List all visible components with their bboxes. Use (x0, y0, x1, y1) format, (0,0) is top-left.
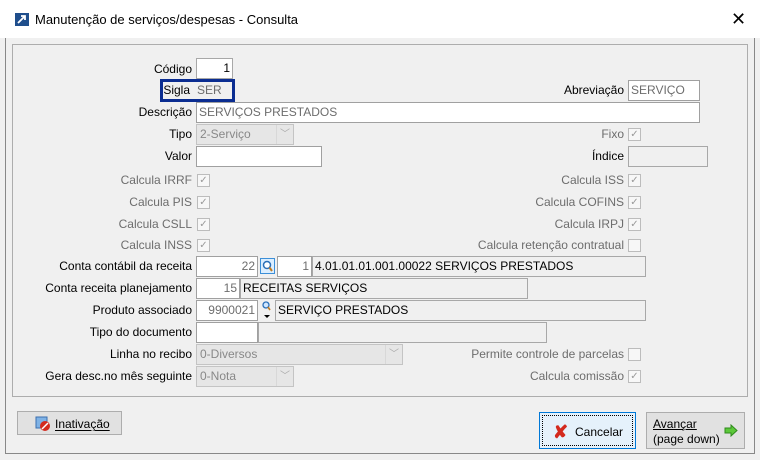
sigla-field[interactable]: SER (195, 81, 232, 102)
linha-recibo-select[interactable]: 0-Diversos ﹀ (196, 344, 403, 365)
inativacao-button[interactable]: Inativação (17, 411, 122, 435)
descricao-label: Descrição (138, 105, 192, 119)
fixo-checkbox[interactable]: ✓ (628, 128, 641, 141)
chevron-down-icon: ﹀ (385, 345, 402, 364)
tipo-documento-label: Tipo do documento (89, 325, 192, 339)
chevron-down-icon: ﹀ (276, 367, 293, 386)
tipo-select[interactable]: 2-Serviço ﹀ (196, 124, 294, 145)
avancar-sublabel: (page down) (653, 432, 720, 446)
calcula-iss-checkbox[interactable]: ✓ (628, 174, 641, 187)
linha-recibo-value: 0-Diversos (200, 347, 258, 361)
valor-label: Valor (164, 149, 192, 163)
fixo-label: Fixo (601, 127, 624, 141)
abreviacao-field[interactable]: SERVIÇO (628, 80, 700, 101)
tipo-value: 2-Serviço (200, 127, 251, 141)
avancar-button[interactable]: Avançar (page down) (646, 412, 745, 449)
gera-desc-select[interactable]: 0-Nota ﹀ (196, 366, 294, 387)
produto-description: SERVIÇO PRESTADOS (275, 300, 646, 321)
arrow-right-icon (724, 424, 738, 437)
conta-planejamento-code-field[interactable]: 15 (196, 278, 240, 299)
abreviacao-label: Abreviação (563, 83, 624, 97)
conta-planejamento-label: Conta receita planejamento (45, 281, 192, 295)
inactivate-icon (35, 416, 50, 431)
cancelar-button[interactable]: ✘ Cancelar (539, 412, 636, 449)
calcula-comissao-checkbox[interactable]: ✓ (628, 370, 641, 383)
title-bar: Manutenção de serviços/despesas - Consul… (0, 0, 760, 38)
calcula-retencao-checkbox[interactable] (628, 239, 641, 252)
calcula-csll-label: Calcula CSLL (118, 217, 192, 231)
gera-desc-label: Gera desc.no mês seguinte (45, 369, 192, 383)
calcula-comissao-label: Calcula comissão (529, 369, 624, 383)
calcula-irpj-checkbox[interactable]: ✓ (628, 218, 641, 231)
codigo-label: Código (153, 62, 192, 76)
chevron-down-icon: ﹀ (276, 125, 293, 144)
produto-code-field[interactable]: 9900021 (196, 300, 258, 321)
sigla-label: Sigla (163, 83, 190, 97)
app-icon (15, 13, 29, 26)
tipo-documento-code-field[interactable] (196, 322, 258, 343)
close-icon[interactable]: ✕ (731, 9, 746, 30)
calcula-iss-label: Calcula ISS (561, 173, 624, 187)
calcula-cofins-label: Calcula COFINS (535, 195, 624, 209)
conta-contabil-label: Conta contábil da receita (59, 259, 192, 273)
codigo-field[interactable]: 1 (196, 58, 233, 79)
permite-parcelas-checkbox[interactable] (628, 348, 641, 361)
calcula-cofins-checkbox[interactable]: ✓ (628, 196, 641, 209)
linha-recibo-label: Linha no recibo (109, 347, 192, 361)
permite-parcelas-label: Permite controle de parcelas (471, 347, 624, 361)
calcula-retencao-label: Calcula retenção contratual (477, 238, 624, 252)
descricao-field[interactable]: SERVIÇOS PRESTADOS (196, 102, 700, 123)
gera-desc-value: 0-Nota (200, 369, 237, 383)
conta-planejamento-description: RECEITAS SERVIÇOS (240, 278, 528, 299)
indice-field[interactable] (628, 146, 708, 167)
calcula-pis-label: Calcula PIS (129, 195, 192, 209)
calcula-csll-checkbox[interactable]: ✓ (197, 218, 210, 231)
calcula-irpj-label: Calcula IRPJ (554, 217, 624, 231)
conta-contabil-code-field[interactable]: 22 (196, 256, 258, 277)
avancar-label: Avançar (653, 417, 697, 431)
window-title: Manutenção de serviços/despesas - Consul… (35, 12, 299, 27)
calcula-inss-checkbox[interactable]: ✓ (197, 239, 210, 252)
calcula-irrf-label: Calcula IRRF (120, 173, 192, 187)
inativacao-label: Inativação (55, 417, 110, 431)
search-dropdown-icon[interactable] (261, 300, 273, 320)
calcula-pis-checkbox[interactable]: ✓ (197, 196, 210, 209)
tipo-documento-description (258, 322, 547, 343)
conta-contabil-seq-field[interactable]: 1 (277, 256, 312, 277)
indice-label: Índice (591, 149, 624, 163)
valor-field[interactable] (196, 146, 322, 167)
conta-contabil-description: 4.01.01.01.001.00022 SERVIÇOS PRESTADOS (312, 256, 646, 277)
tipo-label: Tipo (169, 127, 192, 141)
cancel-x-icon: ✘ (553, 422, 569, 442)
calcula-irrf-checkbox[interactable]: ✓ (197, 174, 210, 187)
produto-label: Produto associado (92, 303, 192, 317)
calcula-inss-label: Calcula INSS (120, 238, 192, 252)
cancelar-label: Cancelar (575, 425, 624, 439)
search-icon[interactable] (260, 258, 275, 274)
